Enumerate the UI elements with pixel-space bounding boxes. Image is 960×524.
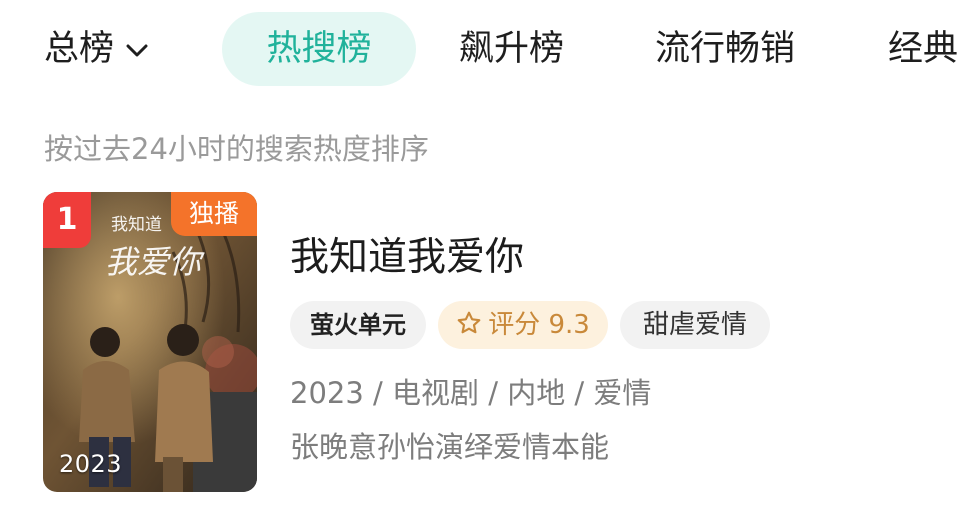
item-meta: 2023 / 电视剧 / 内地 / 爱情 bbox=[290, 376, 652, 410]
poster-year: 2023 bbox=[59, 450, 123, 478]
dropdown-label: 总榜 bbox=[44, 29, 115, 69]
exclusive-badge: 独播 bbox=[171, 192, 257, 236]
poster-image[interactable]: 我知道 我爱你 1 独播 2023 bbox=[43, 192, 257, 492]
item-title[interactable]: 我知道我爱你 bbox=[290, 226, 524, 282]
tab-classic[interactable]: 经典 bbox=[888, 12, 958, 86]
brand-tag[interactable]: 萤火单元 bbox=[290, 301, 426, 349]
tab-hot-search[interactable]: 热搜榜 bbox=[222, 12, 416, 86]
ranking-tab-bar: 总榜 热搜榜 飙升榜 流行畅销 经典 bbox=[0, 0, 960, 100]
tab-rising[interactable]: 飙升榜 bbox=[459, 12, 564, 86]
genre-tag[interactable]: 甜虐爱情 bbox=[620, 301, 770, 349]
rank-badge: 1 bbox=[43, 192, 91, 248]
item-description: 张晚意孙怡演绎爱情本能 bbox=[290, 430, 610, 464]
ranking-description: 按过去24小时的搜索热度排序 bbox=[44, 132, 429, 166]
ranking-category-dropdown[interactable]: 总榜 bbox=[44, 12, 148, 86]
tab-best-selling[interactable]: 流行畅销 bbox=[655, 12, 795, 86]
poster-title-big: 我爱你 bbox=[105, 243, 202, 281]
star-icon bbox=[456, 310, 488, 340]
rating-label: 评分 9.3 bbox=[488, 310, 590, 340]
rating-tag: 评分 9.3 bbox=[438, 301, 608, 349]
chevron-down-icon bbox=[126, 10, 148, 84]
